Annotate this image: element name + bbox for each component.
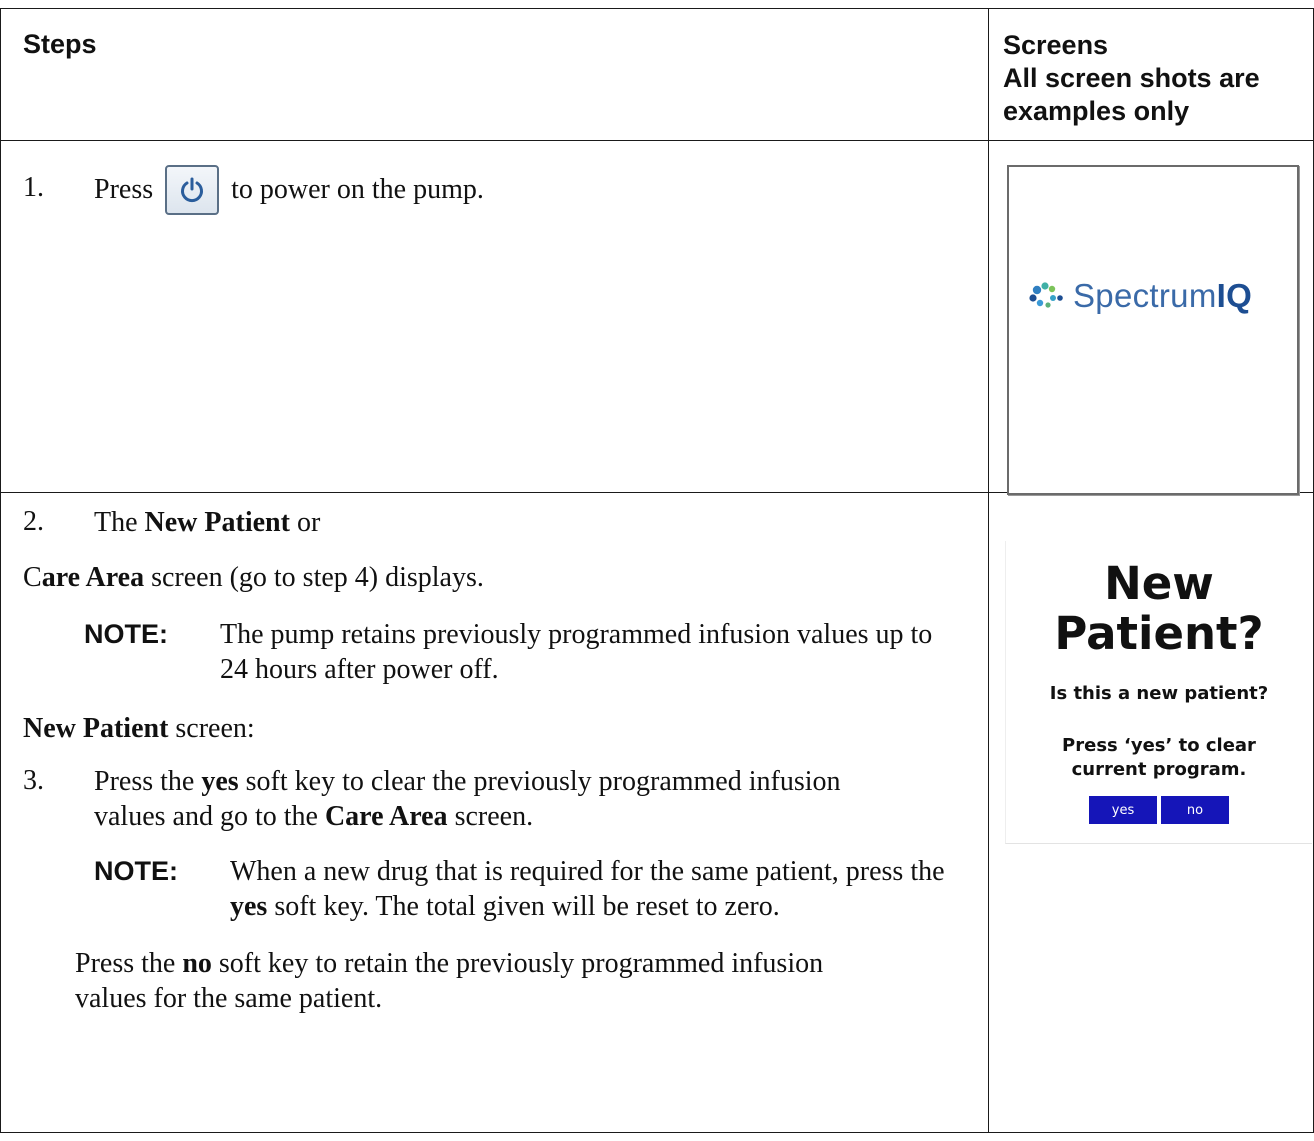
note2-label: NOTE: [94,856,178,886]
note1: NOTE: The pump retains previously progra… [1,617,934,687]
step3-alt-text: Press the no soft key to retain the prev… [75,948,824,1014]
spectrum-iq-logo: SpectrumIQ [1027,277,1252,315]
step2: 2. The New Patient or [1,505,988,540]
step2-line1: The New Patient or [94,507,321,538]
spectrum-iq-splash-screen: SpectrumIQ [1007,165,1299,495]
screens-header-line1: Screens [1003,30,1109,60]
screens-header-line2: All screen shots are [1003,63,1260,93]
power-icon [165,165,220,215]
spectrum-dots-icon [1029,282,1063,308]
screens-header-line3: examples only [1003,96,1190,126]
yes-softkey: yes [1089,796,1157,824]
step1-text-before: Press [94,174,154,205]
note2: NOTE: When a new drug that is required f… [1,854,959,924]
softkey-row: yes no [1006,796,1312,824]
step1-text-after: to power on the pump. [231,174,484,205]
step3-text: Press the yes soft key to clear the prev… [94,766,841,832]
step3: 3. Press the yes soft key to clear the p… [1,764,988,834]
new-patient-question: Is this a new patient? [1049,683,1269,704]
step2-number: 2. [23,506,44,537]
no-softkey: no [1161,796,1229,824]
note2-text: When a new drug that is required for the… [230,856,945,922]
new-patient-hint: Press ‘yes’ to clear current program. [1062,735,1256,780]
step2-line2: Care Area screen (go to step 4) displays… [23,562,484,593]
header-row: Steps Screens All screen shots are examp… [0,8,1314,141]
note1-label: NOTE: [84,619,168,649]
screens-header: Screens All screen shots are examples on… [988,8,1314,141]
step2-cell: 2. The New Patient or Care Area screen (… [0,492,989,1133]
new-patient-screen: New Patient? Is this a new patient? Pres… [1005,541,1312,844]
steps-header: Steps [0,8,989,141]
note1-text: The pump retains previously programmed i… [220,619,933,685]
step3-number: 3. [23,765,44,796]
step1: 1. Press to power on the pump. [1,165,988,215]
new-patient-subheading: New Patient screen: [23,713,255,744]
new-patient-title: New Patient? [1054,557,1264,660]
spectrum-iq-wordmark: SpectrumIQ [1073,277,1253,314]
step1-number: 1. [23,172,44,203]
step1-cell: 1. Press to power on the pump. [0,140,989,493]
